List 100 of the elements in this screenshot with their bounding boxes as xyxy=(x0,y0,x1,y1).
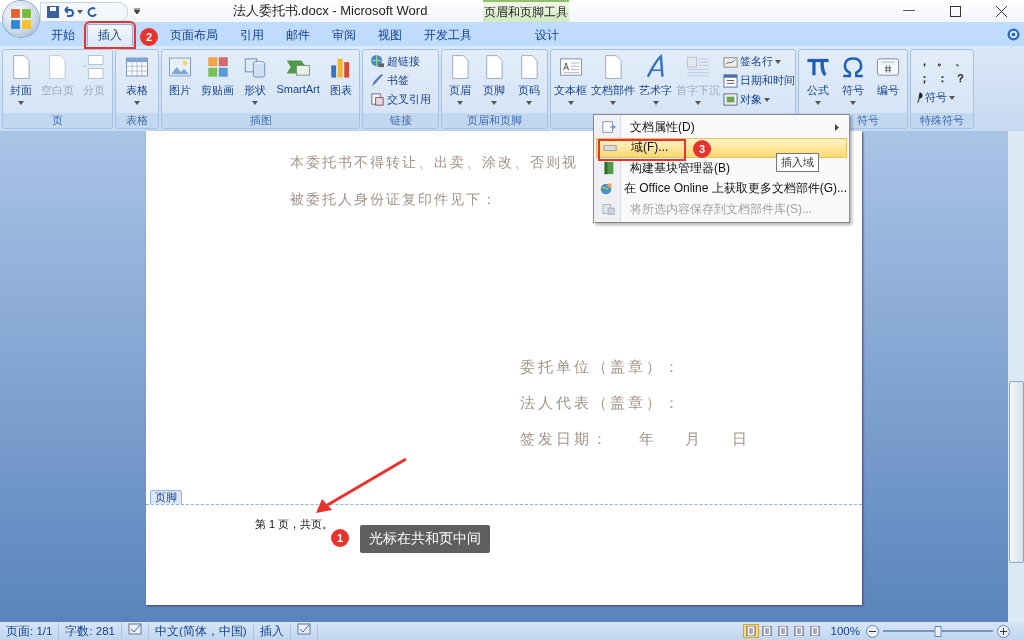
step-badge: 3 xyxy=(693,139,711,158)
status-text: 插入 xyxy=(253,623,291,639)
footer-label: 页脚 xyxy=(150,490,182,504)
footer-button[interactable]: 页脚 xyxy=(479,52,510,107)
symbol-button[interactable]: 符号 xyxy=(838,52,868,107)
status-text: 字数: 281 xyxy=(59,623,122,639)
comma-icon xyxy=(916,91,923,104)
status-text: 中文(简体，中国) xyxy=(148,623,254,639)
equation-button[interactable]: 公式 xyxy=(802,52,833,107)
caret-icon xyxy=(252,101,259,105)
caret-icon xyxy=(695,101,701,105)
proofing-icon[interactable] xyxy=(127,623,142,635)
view-layout-icon xyxy=(777,626,788,636)
redo-icon xyxy=(86,6,98,18)
view-layout-icon xyxy=(745,626,756,636)
ribbon-small-button[interactable]: 超链接 xyxy=(369,53,432,70)
signature-line: 委托单位（盖章）： xyxy=(520,357,683,377)
undo-icon xyxy=(62,6,74,18)
redo-button[interactable] xyxy=(86,6,98,18)
view-layout-icon xyxy=(761,626,772,636)
group-label: 特殊符号 xyxy=(911,113,973,128)
shapes-button[interactable]: 形状 xyxy=(240,52,271,107)
document-properties-icon xyxy=(602,120,616,135)
globe-icon xyxy=(598,181,613,196)
clip-art-button[interactable]: 剪贴画 xyxy=(199,52,237,107)
ribbon-tab[interactable]: 页面布局 xyxy=(160,24,228,46)
ribbon-small-button[interactable]: 书签 xyxy=(369,72,432,89)
numbering-button[interactable]: 编号 xyxy=(873,52,904,107)
step-badge: 2 xyxy=(140,28,158,46)
symbol-key[interactable]: 。 xyxy=(933,53,951,70)
office-logo-icon xyxy=(10,8,32,30)
symbol-key[interactable]: ， xyxy=(915,53,933,70)
group-label: 页 xyxy=(3,113,112,128)
chart-button[interactable]: 图表 xyxy=(325,52,356,107)
signature-line: 签发日期： 年 月 日 xyxy=(520,429,751,449)
submenu-arrow-icon xyxy=(835,123,839,131)
document-parts-button[interactable]: 文档部件 xyxy=(589,52,637,107)
view-layout-icon xyxy=(809,626,820,636)
symbol-key[interactable]: ？ xyxy=(951,70,969,87)
zoom-level: 100% xyxy=(830,625,860,637)
ribbon-small-button[interactable]: 日期和时间 xyxy=(722,72,796,89)
ribbon-tab[interactable]: 审阅 xyxy=(322,24,366,46)
caret-icon xyxy=(764,97,770,102)
tooltip: 插入域 xyxy=(776,153,819,172)
ribbon-tab[interactable]: 开始 xyxy=(41,24,85,46)
picture-icon xyxy=(167,54,194,80)
body-text-line: 被委托人身份证复印件见下： xyxy=(290,190,498,209)
minus-icon xyxy=(866,624,879,638)
table-button[interactable]: 表格 xyxy=(122,52,152,107)
contextual-tab-group: 页眉和页脚工具 xyxy=(483,0,569,22)
group-label: 插图 xyxy=(162,113,359,128)
vertical-scrollbar[interactable] xyxy=(1008,131,1024,622)
text-box-button[interactable]: 文本框 xyxy=(552,52,589,107)
caret-icon xyxy=(567,101,574,105)
ribbon-small-button[interactable]: 对象 xyxy=(722,91,796,108)
globe-link-icon xyxy=(370,54,385,69)
table-icon xyxy=(124,54,150,80)
view-button[interactable] xyxy=(742,624,759,638)
symbol-key[interactable]: ： xyxy=(933,70,951,87)
ribbon-small-button[interactable]: 交叉引用 xyxy=(369,91,432,108)
caret-icon xyxy=(17,101,24,105)
drop-cap-icon xyxy=(685,54,711,80)
ribbon-small-button[interactable]: 符号 xyxy=(915,89,969,106)
menu-item[interactable]: 域(F)... 3 xyxy=(596,137,847,158)
ribbon-small-button[interactable]: 签名行 xyxy=(722,53,796,70)
body-text-line: 本委托书不得转让、出卖、涂改、否则视 xyxy=(290,153,578,172)
cover-page-button[interactable]: 封面 xyxy=(5,52,36,107)
header-button[interactable]: 页眉 xyxy=(445,52,476,107)
page-number-button[interactable]: 页码 xyxy=(513,52,544,107)
group-label: 链接 xyxy=(363,113,438,128)
wordart-button[interactable]: 艺术字 xyxy=(637,52,674,107)
zoom-out-button[interactable] xyxy=(866,624,879,638)
calendar-icon xyxy=(723,73,738,88)
caret-icon xyxy=(491,101,498,105)
cross-reference-icon xyxy=(370,92,385,107)
caret-icon xyxy=(457,101,464,105)
picture-button[interactable]: 图片 xyxy=(165,52,196,107)
macro-icon[interactable] xyxy=(296,623,311,635)
menu-item[interactable]: 在 Office Online 上获取更多文档部件(G)... xyxy=(596,178,847,199)
undo-button[interactable] xyxy=(62,6,74,18)
status-text: 页面: 1/1 xyxy=(0,623,60,639)
contextual-tab[interactable]: 设计 xyxy=(507,24,587,46)
signature-line: 法人代表（盖章）： xyxy=(520,393,683,413)
ribbon-tab[interactable]: 引用 xyxy=(230,24,274,46)
symbol-key[interactable]: 、 xyxy=(951,53,969,70)
help-icon[interactable] xyxy=(1007,27,1020,41)
ribbon-tab[interactable]: 开发工具 xyxy=(414,24,482,46)
ribbon-tab[interactable]: 邮件 xyxy=(276,24,320,46)
footer-text[interactable]: 第 1 页，共页。 xyxy=(255,517,334,532)
smartart-button[interactable]: SmartArt xyxy=(274,52,322,104)
zoom-in-button[interactable] xyxy=(997,624,1010,638)
zoom-slider-thumb[interactable] xyxy=(934,625,942,637)
symbol-key[interactable]: ； xyxy=(915,70,933,87)
caret-icon xyxy=(652,101,659,105)
book-icon xyxy=(602,161,616,176)
caret-icon xyxy=(949,95,955,100)
maximize-icon xyxy=(949,5,961,17)
ribbon-tab[interactable]: 视图 xyxy=(368,24,412,46)
save-button[interactable] xyxy=(47,6,59,18)
caret-icon xyxy=(525,101,532,105)
